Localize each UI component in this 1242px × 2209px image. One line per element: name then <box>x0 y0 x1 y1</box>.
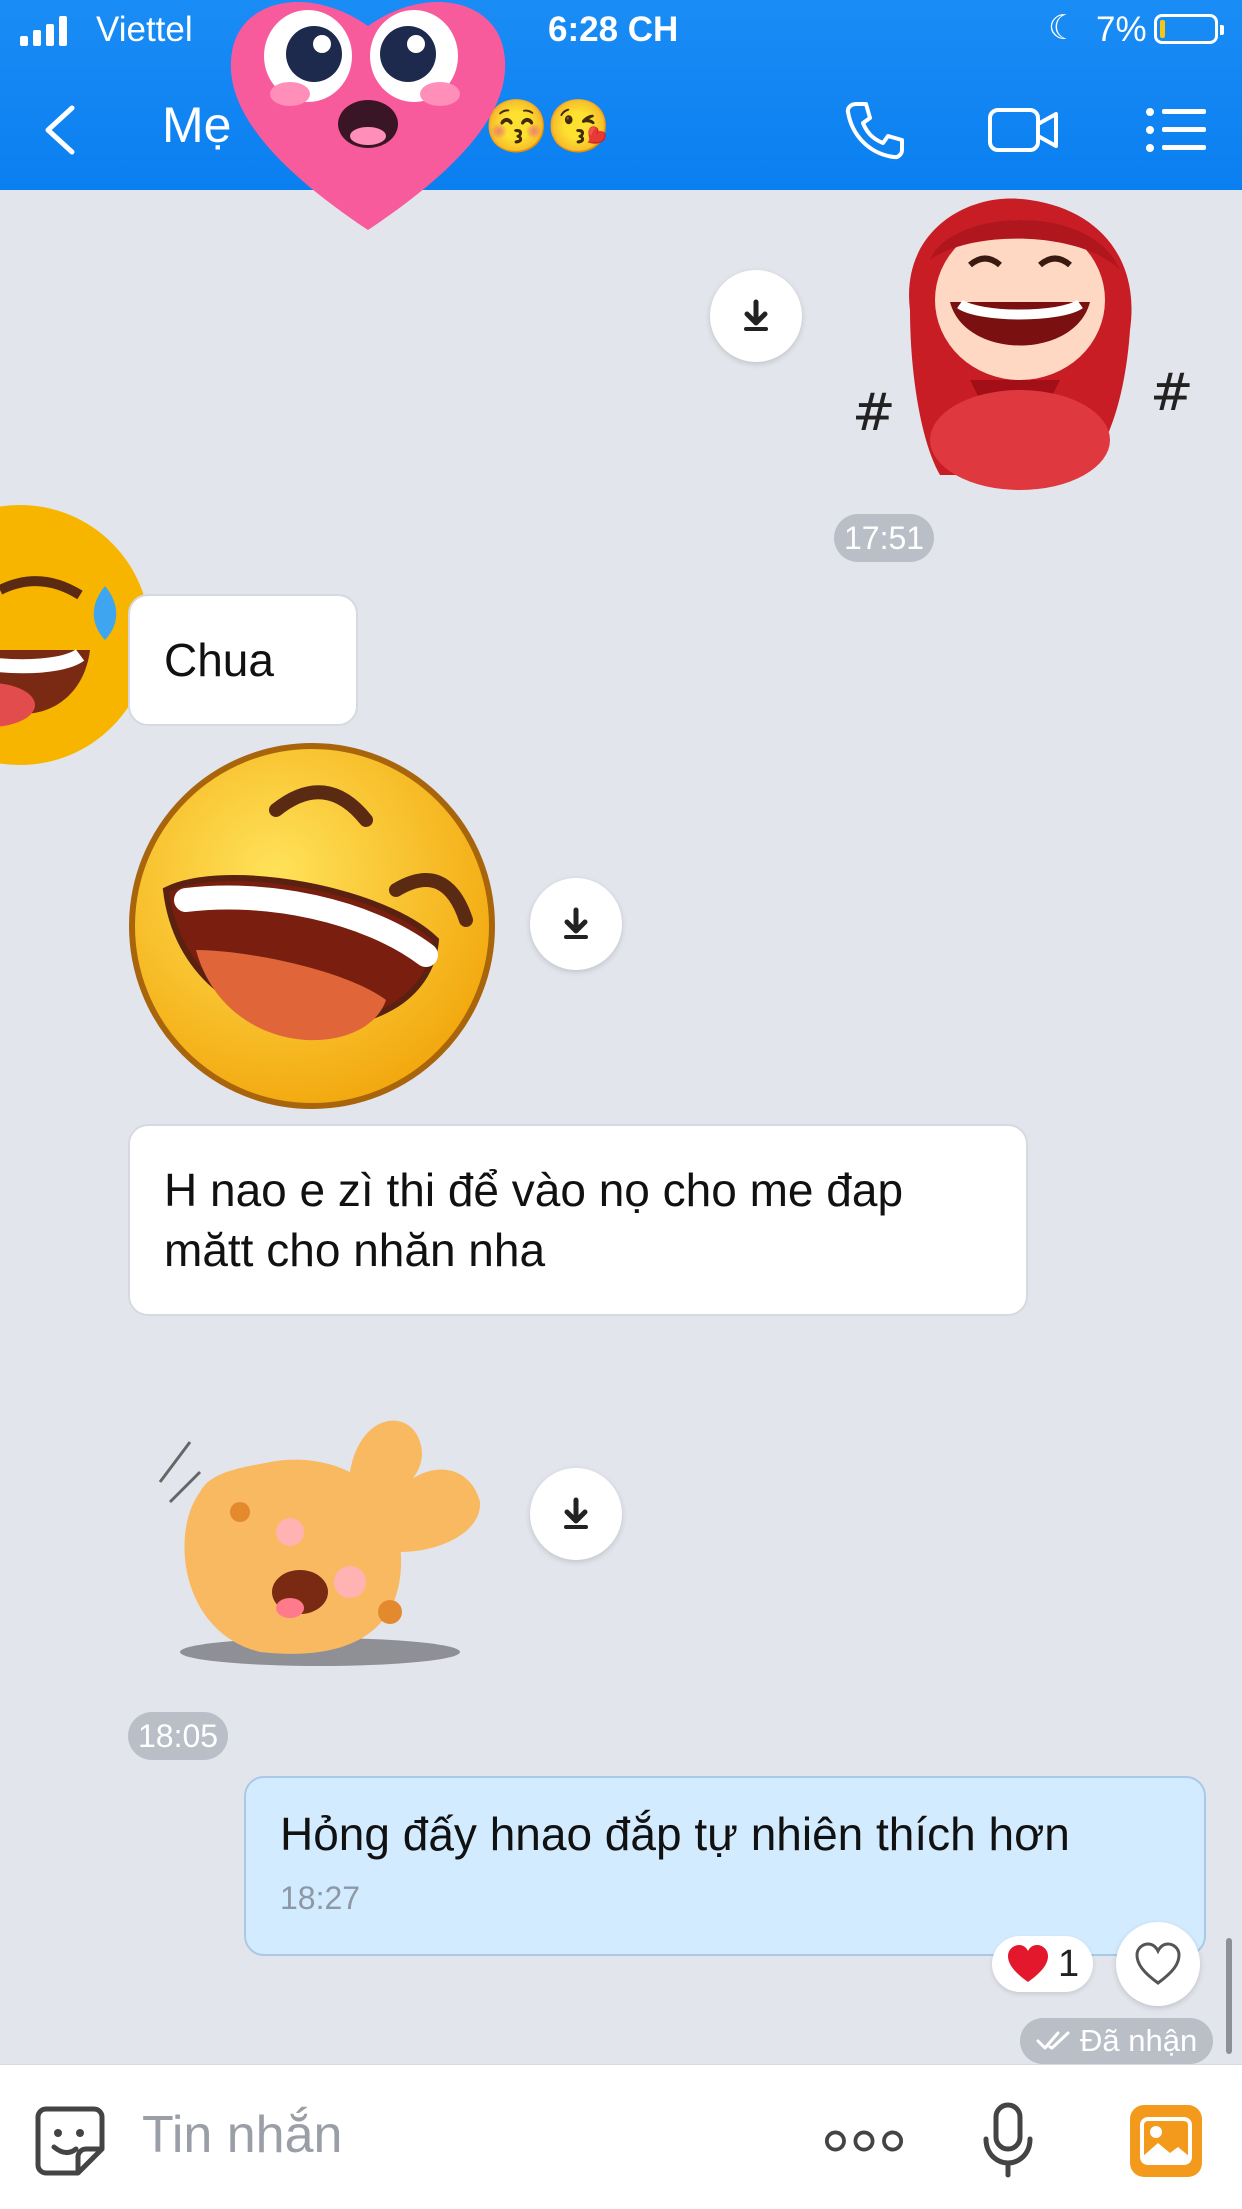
red-hood-laughing-girl-sticker: # # <box>852 198 1194 490</box>
heart-face-sticker <box>230 2 506 231</box>
sticker-button[interactable] <box>30 2101 110 2181</box>
back-button[interactable] <box>40 100 80 160</box>
download-sticker-button[interactable] <box>710 270 802 362</box>
message-text: H nao e zì thi để vào nọ cho me đap mătt… <box>164 1164 904 1276</box>
message-text: Chua <box>164 634 274 686</box>
voice-call-button[interactable] <box>834 90 914 170</box>
microphone-icon <box>983 2102 1033 2178</box>
voice-message-button[interactable] <box>968 2101 1048 2181</box>
chevron-left-icon <box>45 105 75 155</box>
chat-options-button[interactable] <box>1136 90 1216 170</box>
message-input[interactable]: Tin nhắn <box>142 2105 342 2165</box>
double-check-icon <box>1036 2031 1070 2050</box>
battery-icon <box>1154 14 1224 44</box>
send-image-button[interactable] <box>1126 2101 1206 2181</box>
reaction-count: 1 <box>1058 1942 1080 1985</box>
timestamp-chip: 17:51 <box>834 514 935 562</box>
sticker-smile-icon <box>35 2106 105 2176</box>
message-text: Hỏng đấy hnao đắp tự nhiên thích hơn <box>280 1808 1070 1860</box>
clock: 6:28 CH <box>548 10 679 49</box>
do-not-disturb-icon: ☾ <box>1048 9 1079 47</box>
status-bar: Viettel 6:28 CH ☾ 7% <box>0 0 1242 62</box>
phone-icon <box>845 102 904 160</box>
red-heart-icon <box>1008 1945 1048 1982</box>
download-icon <box>744 299 768 331</box>
incoming-message-bubble[interactable]: Chua <box>128 594 358 726</box>
download-icon <box>564 907 588 939</box>
outgoing-message-bubble[interactable]: Hỏng đấy hnao đắp tự nhiên thích hơn 18:… <box>244 1776 1206 1956</box>
incoming-message-bubble[interactable]: H nao e zì thi để vào nọ cho me đap mătt… <box>128 1124 1028 1316</box>
svg-text:#: # <box>852 383 896 443</box>
download-sticker-button[interactable] <box>530 878 622 970</box>
message-time: 18:27 <box>280 1880 361 1916</box>
delivery-status-text: Đã nhận <box>1080 2023 1198 2058</box>
timestamp-chip: 18:05 <box>128 1712 229 1760</box>
list-menu-icon <box>1146 108 1206 152</box>
download-sticker-button[interactable] <box>530 1468 622 1560</box>
laughing-bunny-sticker <box>158 1420 481 1666</box>
more-options-button[interactable] <box>824 2101 904 2181</box>
more-dots-icon <box>824 2130 904 2152</box>
carrier-name: Viettel <box>96 10 193 49</box>
heart-outline-icon <box>1135 1942 1181 1985</box>
kiss-heart-face-emoji: 😘 <box>546 98 611 156</box>
delivery-status: Đã nhận <box>1020 2018 1214 2064</box>
video-call-button[interactable] <box>984 90 1064 170</box>
react-heart-button[interactable] <box>1116 1922 1200 2006</box>
download-icon <box>564 1497 588 1529</box>
video-camera-icon <box>988 108 1058 152</box>
scrollbar[interactable] <box>1226 1938 1232 2054</box>
chat-header: Viettel 6:28 CH ☾ 7% Mẹ 😚 😘 <box>0 0 1242 190</box>
reaction-badge[interactable]: 1 <box>992 1936 1094 1992</box>
svg-text:#: # <box>1150 363 1194 423</box>
signal-strength-icon <box>20 16 67 46</box>
laughing-face-sticker <box>129 743 495 1109</box>
battery-percent: 7% <box>1096 10 1147 49</box>
message-input-bar: Tin nhắn <box>0 2064 1242 2209</box>
image-gallery-icon <box>1130 2105 1202 2177</box>
